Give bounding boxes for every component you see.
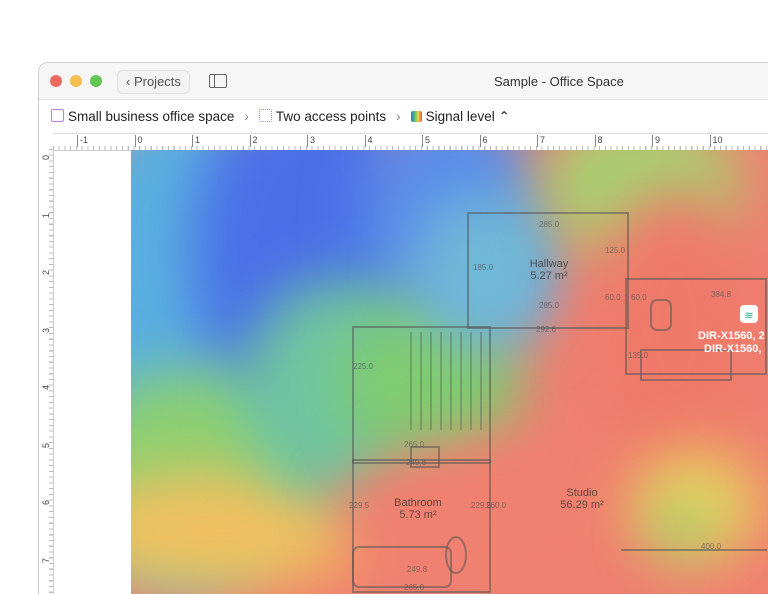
chevron-right-icon: ›	[244, 109, 249, 124]
ruler-tick-label: 6	[479, 135, 488, 147]
room-area: 5.73 m²	[399, 509, 437, 521]
ruler-tick-label: 1	[41, 212, 51, 218]
app-window: ‹ Projects Sample - Office Space Small b…	[38, 62, 768, 594]
dim-label: 185.0	[473, 263, 494, 272]
close-button[interactable]	[50, 75, 62, 87]
room-name: Hallway	[530, 258, 569, 270]
access-point-label: DIR-X1560, 2	[698, 330, 765, 342]
ruler-tick-label: -1	[77, 135, 88, 147]
dim-label: 60.0	[631, 293, 647, 302]
ruler-tick-label: 4	[41, 384, 51, 390]
ruler-tick-label: 1	[192, 135, 200, 147]
dim-label: 225.0	[353, 362, 374, 371]
ruler-tick-label: 2	[249, 135, 258, 147]
ruler-tick-label: 5	[41, 442, 51, 448]
heatmap-icon	[410, 110, 422, 122]
dim-label: 400.0	[701, 542, 722, 551]
back-projects-button[interactable]: ‹ Projects	[117, 70, 190, 94]
chevron-right-icon: ›	[396, 109, 401, 124]
ruler-tick-label: 10	[709, 135, 723, 147]
ruler-tick-label: 0	[134, 135, 143, 147]
ruler-tick-label: 6	[41, 499, 51, 505]
ruler-tick-label: 2	[41, 269, 51, 275]
dim-label: 229.5	[349, 501, 370, 510]
dim-label: 249.8	[407, 565, 428, 574]
room-area: 5.27 m²	[530, 270, 568, 282]
vertical-ruler: 0 1 2 3 4 5 6 7	[39, 149, 54, 594]
dim-label: 265.0	[404, 583, 425, 592]
ruler-tick-label: 0	[41, 154, 51, 160]
access-point-label: DIR-X1560,	[704, 343, 761, 355]
floorplan-icon	[51, 109, 64, 122]
title-bar: ‹ Projects Sample - Office Space	[39, 63, 768, 100]
updown-chevron-icon: ⌃	[494, 108, 510, 124]
window-title: Sample - Office Space	[494, 74, 624, 89]
ruler-tick-label: 7	[41, 557, 51, 563]
room-name: Studio	[566, 487, 597, 499]
ruler-tick-label: 4	[364, 135, 373, 147]
zoom-button[interactable]	[90, 75, 102, 87]
dim-label: 292.6	[536, 325, 557, 334]
dim-label: 260.0	[486, 501, 507, 510]
breadcrumb-scenario[interactable]: Two access points	[258, 109, 386, 124]
room-name: Bathroom	[394, 497, 442, 509]
horizontal-ruler: -1 0 1 2 3 4 5 6 7 8 9 10	[53, 133, 768, 151]
minimize-button[interactable]	[70, 75, 82, 87]
visualization-select[interactable]: Signal level ⌃	[410, 108, 510, 125]
ruler-tick-label: 3	[307, 135, 315, 147]
access-point-marker[interactable]: ≋ DIR-X1560, 2 DIR-X1560,	[698, 305, 765, 355]
breadcrumb: Small business office space › Two access…	[39, 100, 768, 133]
ruler-tick-label: 3	[41, 327, 51, 333]
floor-plan: 285.0 285.0 185.0 125.0 60.0 60.0 292.6 …	[349, 212, 767, 593]
wifi-icon: ≋	[744, 310, 753, 322]
ruler-tick-label: 8	[594, 135, 603, 147]
room-area: 56.29 m²	[560, 499, 604, 511]
dim-label: 285.0	[539, 301, 560, 310]
breadcrumb-project[interactable]: Small business office space	[51, 109, 234, 124]
chevron-left-icon: ‹	[126, 74, 134, 89]
dim-label: 384.8	[711, 290, 732, 299]
dim-label: 125.0	[605, 246, 626, 255]
dim-label: 135.0	[628, 351, 649, 360]
dim-label: 249.8	[406, 458, 427, 467]
sidebar-toggle-icon[interactable]	[209, 74, 227, 88]
ruler-tick-label: 7	[537, 135, 545, 147]
access-points-icon	[258, 109, 272, 122]
dim-label: 60.0	[605, 293, 621, 302]
dim-label: 285.0	[539, 220, 560, 229]
ruler-tick-label: 5	[422, 135, 430, 147]
dim-label: 265.0	[404, 440, 425, 449]
ruler-tick-label: 9	[652, 135, 660, 147]
